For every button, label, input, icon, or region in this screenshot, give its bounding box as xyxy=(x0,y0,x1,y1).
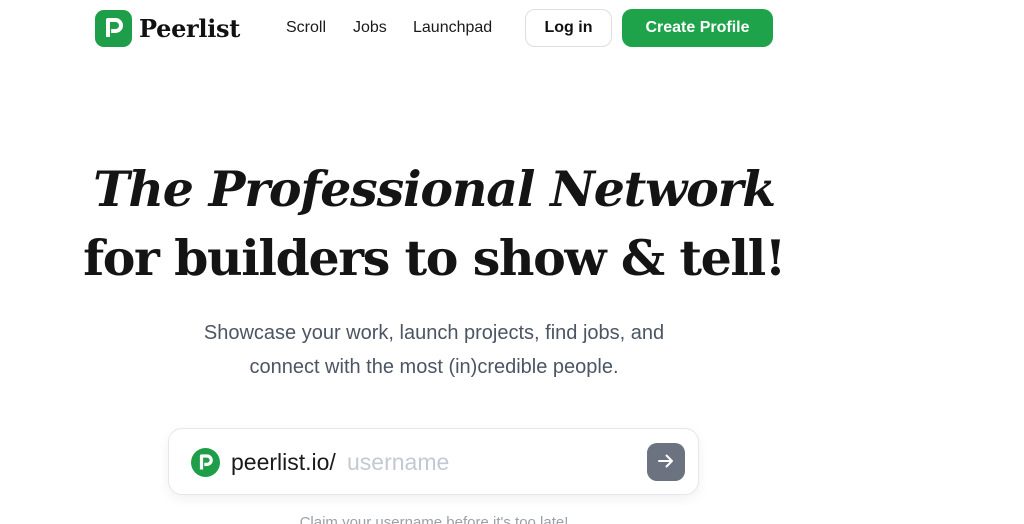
nav-link-launchpad[interactable]: Launchpad xyxy=(413,19,492,37)
brand-name: Peerlist xyxy=(139,13,241,43)
brand-logo[interactable]: Peerlist xyxy=(95,9,240,47)
claim-footnote: Claim your username before it's too late… xyxy=(299,514,569,524)
username-input[interactable] xyxy=(347,445,627,479)
peerlist-logo-icon xyxy=(95,9,132,47)
create-profile-button[interactable]: Create Profile xyxy=(622,9,773,47)
claim-username-box: peerlist.io/ xyxy=(168,428,699,495)
login-button[interactable]: Log in xyxy=(525,9,612,47)
peerlist-logo-small-icon xyxy=(191,448,220,477)
nav-link-scroll[interactable]: Scroll xyxy=(286,19,326,37)
hero-title-line-2: for builders to show & tell! xyxy=(83,229,786,287)
claim-submit-button[interactable] xyxy=(647,443,685,481)
top-navbar: Peerlist Scroll Jobs Launchpad Log in Cr… xyxy=(0,0,1024,56)
claim-url-prefix: peerlist.io/ xyxy=(231,449,336,475)
arrow-right-icon xyxy=(655,450,677,475)
landing-page: Peerlist Scroll Jobs Launchpad Log in Cr… xyxy=(0,0,1024,524)
hero-title-line-1: The Professional Network xyxy=(93,160,776,218)
nav-link-jobs[interactable]: Jobs xyxy=(353,19,387,37)
hero-subtitle: Showcase your work, launch projects, fin… xyxy=(0,316,868,384)
hero-subtitle-line-2: connect with the most (in)credible peopl… xyxy=(249,356,619,378)
hero-subtitle-line-1: Showcase your work, launch projects, fin… xyxy=(203,322,665,344)
